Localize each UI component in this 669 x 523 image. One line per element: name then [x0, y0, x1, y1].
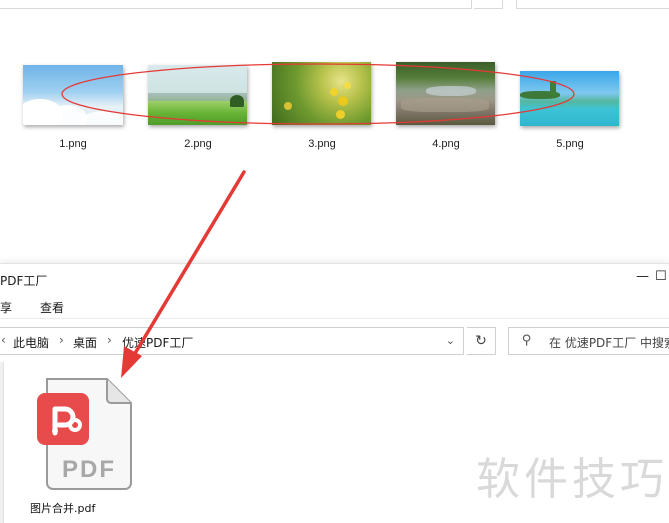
upper-search-box[interactable] [516, 0, 669, 9]
tab-view[interactable]: 查看 [40, 299, 64, 316]
title-bar: PDF工厂 — ☐ [0, 264, 669, 294]
minimize-button[interactable]: — [636, 269, 649, 285]
file-thumbnail[interactable]: 3.png [272, 62, 372, 155]
breadcrumb-separator-icon[interactable]: › [107, 333, 112, 347]
thumbnail-image-river [396, 62, 495, 125]
refresh-button[interactable]: ↻ [467, 327, 496, 355]
upper-window-fragment [0, 0, 669, 10]
thumbnail-image-beach [520, 71, 619, 126]
thumbnail-label: 1.png [59, 138, 87, 150]
ribbon-divider [0, 318, 669, 319]
thumbnail-label: 2.png [184, 138, 212, 150]
search-icon: ⚲ [522, 333, 532, 348]
window-title: PDF工厂 [0, 274, 48, 288]
breadcrumb-desktop[interactable]: 桌面 [73, 334, 97, 351]
search-placeholder: 在 优速PDF工厂 中搜索 [549, 336, 669, 350]
search-box[interactable]: ⚲ 在 优速PDF工厂 中搜索 [508, 327, 669, 355]
breadcrumb-separator-icon[interactable]: › [59, 333, 64, 347]
thumbnail-label: 5.png [556, 138, 584, 150]
thumbnail-image-meadow [148, 65, 247, 125]
breadcrumb-folder[interactable]: 优速PDF工厂 [122, 334, 193, 351]
pdf-file-label: 图片合并.pdf [30, 502, 96, 515]
file-thumbnail[interactable]: 2.png [148, 65, 248, 155]
thumbnail-label: 3.png [308, 138, 336, 150]
maximize-button[interactable]: ☐ [655, 269, 667, 285]
file-thumbnail[interactable]: 5.png [520, 71, 620, 155]
breadcrumb-this-pc[interactable]: 此电脑 [13, 334, 49, 351]
pdf-file-icon: PDF [37, 378, 132, 490]
tab-share[interactable]: 享 [0, 299, 12, 316]
back-chevron-icon[interactable]: ‹ [1, 333, 6, 347]
watermark-text: 软件技巧 [476, 454, 668, 505]
thumbnail-image-flowers [272, 62, 371, 125]
file-thumbnail[interactable]: 1.png [23, 65, 123, 155]
address-bar[interactable]: ‹ 此电脑 › 桌面 › 优速PDF工厂 ⌄ [0, 327, 464, 355]
screenshot-stage: 1.png 2.png 3.png 4.png 5.png PDF工厂 — ☐ … [0, 0, 669, 523]
thumbnail-label: 4.png [432, 138, 460, 150]
navigation-pane-edge[interactable] [0, 362, 4, 523]
address-dropdown-icon[interactable]: ⌄ [446, 334, 455, 347]
pdf-badge-text: PDF [62, 456, 116, 483]
thumbnail-image-sky [23, 65, 123, 125]
upper-refresh-button[interactable] [474, 0, 503, 9]
upper-address-bar[interactable] [0, 0, 472, 9]
pdf-file-item[interactable]: PDF [37, 377, 133, 491]
file-thumbnail[interactable]: 4.png [396, 62, 496, 155]
